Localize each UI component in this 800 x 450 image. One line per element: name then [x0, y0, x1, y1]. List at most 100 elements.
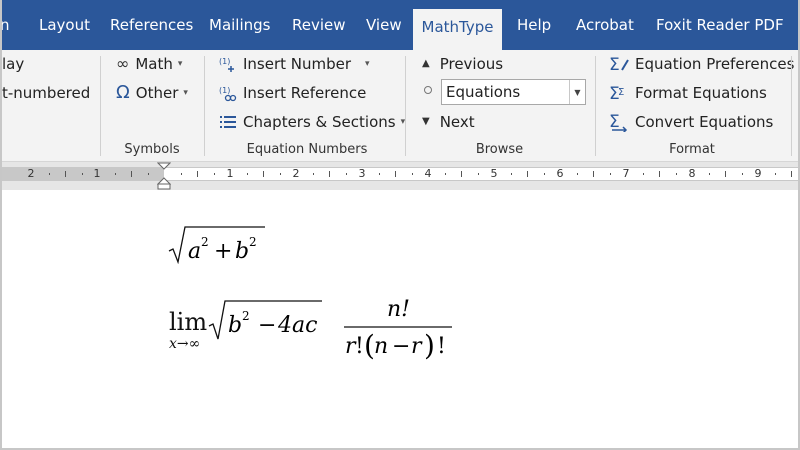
group-separator	[100, 56, 101, 156]
ruler-number: 2	[27, 167, 35, 180]
ruler-number: 4	[424, 167, 432, 180]
sigma-preferences-icon: Σ	[609, 54, 629, 74]
ruler-tick	[49, 173, 50, 175]
svg-text:Σ: Σ	[618, 87, 624, 98]
other-symbols-button[interactable]: Ω Other ▾	[116, 81, 188, 105]
eq1-exp-1: 2	[201, 235, 209, 249]
browse-by-value: Equations	[446, 83, 521, 101]
down-arrow-icon: ▼	[422, 116, 430, 127]
ruler-number: 7	[622, 167, 630, 180]
eq2-four-ac: 4ac	[277, 313, 317, 338]
equation-combination-fraction[interactable]: n! r ! ( n − r ) !	[340, 290, 460, 370]
chapters-sections-label: Chapters & Sections	[243, 113, 396, 131]
ruler-area: 2 1 1 2 3 4 5 6 7 8 9	[2, 162, 798, 190]
ruler-tick	[395, 171, 396, 177]
group-separator	[405, 56, 406, 156]
ruler-tick	[544, 173, 545, 175]
tab-help[interactable]: Help	[517, 0, 551, 50]
ruler-tick	[313, 173, 314, 175]
svg-text:Σ: Σ	[609, 55, 620, 74]
tab-acrobat[interactable]: Acrobat	[576, 0, 634, 50]
ruler-tick	[742, 173, 743, 175]
ruler-tick	[247, 173, 248, 175]
browse-by-combo[interactable]: Equations ▼	[441, 79, 586, 105]
sigma-convert-icon: Σ	[609, 112, 629, 132]
document-page[interactable]: a 2 + b 2 lim x→∞ b 2 − 4ac n! r ! ( n −…	[2, 190, 798, 448]
ruler-number: 5	[490, 167, 498, 180]
tab-design-partial[interactable]: n	[2, 0, 10, 50]
tab-mathtype[interactable]: MathType	[413, 9, 502, 50]
tab-view[interactable]: View	[366, 0, 402, 50]
tab-review[interactable]: Review	[292, 0, 346, 50]
indent-marker-icon[interactable]	[157, 162, 171, 190]
eq2-var-b: b	[228, 313, 242, 338]
ruler-tick	[461, 171, 462, 177]
eq3-numerator: n!	[387, 297, 410, 322]
tab-foxit-reader-pdf[interactable]: Foxit Reader PDF	[656, 0, 784, 50]
eq2-exp: 2	[242, 309, 250, 323]
eq3-var-n: n	[374, 334, 388, 359]
eq1-var-b: b	[235, 239, 249, 264]
math-symbols-button[interactable]: ∞ Math ▾	[116, 52, 182, 76]
ruler-tick	[610, 173, 611, 175]
ruler-number: 3	[358, 167, 366, 180]
other-symbols-label: Other	[135, 84, 179, 102]
math-symbols-label: Math	[135, 55, 173, 73]
ruler-tick	[577, 173, 578, 175]
ruler-tick	[263, 171, 264, 177]
insert-number-icon: (1)	[219, 55, 237, 73]
ruler-tick	[478, 173, 479, 175]
ruler-tick	[676, 173, 677, 175]
group-separator	[595, 56, 596, 156]
limit-operator: lim	[169, 308, 208, 336]
insert-number-label: Insert Number	[243, 55, 352, 73]
symbols-group-label: Symbols	[124, 142, 180, 157]
ruler-tick	[82, 173, 83, 175]
ruler-tick	[379, 173, 380, 175]
insert-number-button[interactable]: (1) Insert Number ▾	[219, 52, 370, 76]
ruler-number: 1	[93, 167, 101, 180]
ruler-tick	[181, 173, 182, 175]
ruler-tick	[131, 171, 132, 177]
chevron-down-icon[interactable]: ▾	[365, 52, 370, 76]
up-arrow-icon: ▲	[422, 58, 430, 69]
right-numbered-partial-button[interactable]: t-numbered	[2, 81, 90, 105]
ruler-tick	[511, 173, 512, 175]
ruler-tick	[214, 173, 215, 175]
ruler-tick	[791, 171, 792, 177]
equation-sqrt-discriminant[interactable]: b 2 − 4ac	[208, 298, 324, 342]
display-equation-partial-label: lay	[2, 55, 25, 73]
ruler-number: 8	[688, 167, 696, 180]
next-button[interactable]: ▼ Next	[422, 110, 475, 134]
format-equations-button[interactable]: ΣΣ Format Equations	[609, 81, 767, 105]
tab-mailings[interactable]: Mailings	[209, 0, 270, 50]
ruler-tick	[659, 171, 660, 177]
ruler-tick	[329, 171, 330, 177]
ruler-tick	[725, 171, 726, 177]
display-equation-partial-button[interactable]: lay	[2, 52, 24, 76]
tab-references[interactable]: References	[110, 0, 193, 50]
convert-equations-button[interactable]: Σ Convert Equations	[609, 110, 773, 134]
limit-subscript: x→∞	[169, 336, 201, 352]
horizontal-ruler[interactable]: 2 1 1 2 3 4 5 6 7 8 9	[2, 167, 798, 181]
word-window: n Layout References Mailings Review View…	[0, 0, 800, 450]
chapters-sections-button[interactable]: Chapters & Sections ▾	[219, 110, 405, 134]
tab-layout[interactable]: Layout	[39, 0, 90, 50]
chevron-down-icon[interactable]: ▼	[569, 80, 585, 104]
equation-preferences-button[interactable]: Σ Equation Preferences	[609, 52, 794, 76]
eq3-var-r2: r	[411, 334, 423, 359]
ruler-tick	[412, 173, 413, 175]
eq3-factorial-2: !	[437, 334, 446, 359]
ruler-tick	[346, 173, 347, 175]
format-group-label: Format	[669, 142, 715, 157]
previous-label: Previous	[439, 55, 504, 73]
insert-reference-button[interactable]: (1) Insert Reference	[219, 81, 366, 105]
chevron-down-icon: ▾	[177, 59, 183, 69]
previous-button[interactable]: ▲ Previous	[422, 52, 503, 76]
ruler-tick	[148, 173, 149, 175]
ruler-tick	[709, 173, 710, 175]
infinity-icon: ∞	[116, 54, 130, 73]
svg-text:(1): (1)	[219, 86, 230, 95]
format-equations-label: Format Equations	[635, 84, 767, 102]
equation-sqrt-sum-of-squares[interactable]: a 2 + b 2	[168, 224, 268, 264]
